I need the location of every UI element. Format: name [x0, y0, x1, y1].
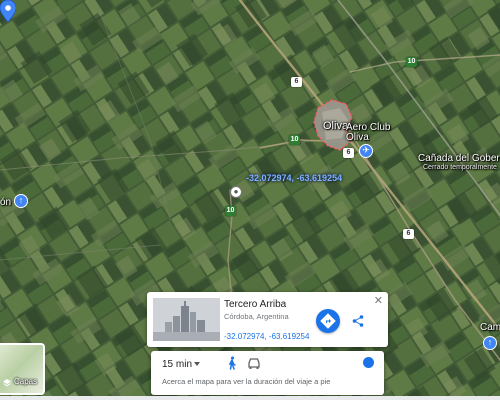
- canada-label[interactable]: Cañada del Gobernad...: [418, 153, 500, 164]
- directions-button[interactable]: [316, 309, 340, 333]
- directions-icon: [320, 313, 336, 329]
- canada-status-label: Cerrado temporalmente: [423, 164, 497, 171]
- aero-club-label[interactable]: Aero Club Oliva: [346, 123, 396, 143]
- place-coordinates[interactable]: -32.072974, -63.619254: [224, 332, 309, 341]
- walk-icon[interactable]: [225, 356, 239, 370]
- travel-time-card[interactable]: 15 min Acerca el mapa para ver la duraci…: [151, 351, 384, 395]
- share-icon[interactable]: [350, 313, 366, 329]
- layers-icon: [3, 379, 11, 387]
- map-footer-bar: [0, 396, 500, 400]
- place-title: Tercero Arriba: [224, 299, 287, 310]
- place-thumbnail[interactable]: [153, 298, 220, 341]
- car-icon[interactable]: [247, 357, 261, 369]
- route-shield-6-low: 6: [403, 229, 414, 239]
- travel-hint-text: Acerca el mapa para ver la duración del …: [162, 377, 331, 386]
- layers-button[interactable]: Capas: [0, 343, 45, 395]
- city-skyline-icon: [153, 298, 220, 341]
- route-shield-6-mid: 6: [343, 148, 354, 158]
- layers-label: Capas: [14, 377, 38, 386]
- route-shield-10-left: 10: [225, 206, 236, 216]
- location-pin-icon[interactable]: [0, 0, 16, 22]
- right-edge-label[interactable]: Camp: [480, 322, 500, 333]
- route-shield-10-top: 10: [406, 57, 417, 67]
- mode-indicator-dot: [363, 357, 374, 368]
- travel-time-dropdown[interactable]: 15 min: [162, 359, 192, 370]
- place-subtitle: Córdoba, Argentina: [224, 312, 289, 321]
- place-info-card[interactable]: Tercero Arriba Córdoba, Argentina -32.07…: [147, 292, 388, 347]
- left-poi-marker-icon[interactable]: ↑: [14, 194, 28, 208]
- pin-coordinates-label: -32.072974, -63.619254: [246, 173, 343, 183]
- town-label-oliva[interactable]: Oliva: [323, 120, 348, 132]
- chevron-down-icon[interactable]: [194, 362, 200, 366]
- close-icon[interactable]: ✕: [374, 294, 383, 307]
- pegman-marker-icon[interactable]: ●: [230, 186, 242, 198]
- left-town-label[interactable]: ón: [0, 197, 11, 208]
- route-shield-10-mid: 10: [289, 135, 300, 145]
- airport-marker-icon[interactable]: ✈: [359, 144, 373, 158]
- right-poi-marker-icon[interactable]: ↑: [483, 336, 497, 350]
- route-shield-6-top: 6: [291, 77, 302, 87]
